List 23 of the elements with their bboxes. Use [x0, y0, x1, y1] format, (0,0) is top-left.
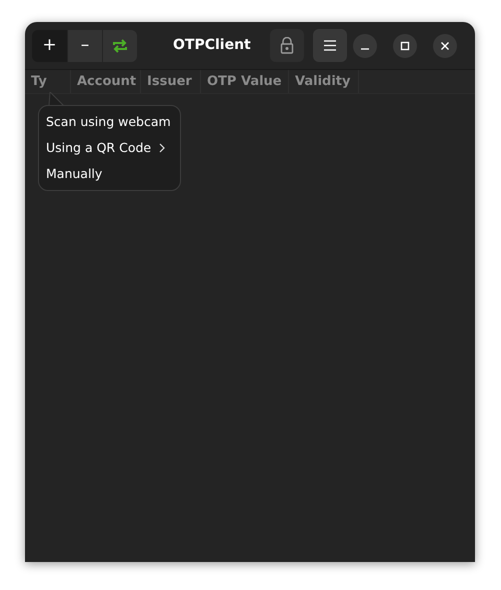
- menu-item[interactable]: Using a QR Code: [46, 135, 173, 161]
- close-button[interactable]: [433, 34, 457, 58]
- maximize-button[interactable]: [393, 34, 417, 58]
- column-header[interactable]: OTP Value: [201, 70, 289, 93]
- minimize-icon: [361, 48, 369, 50]
- menu-icon: [324, 40, 336, 51]
- add-button[interactable]: +: [32, 30, 67, 62]
- close-icon: [440, 40, 450, 50]
- column-header[interactable]: Account: [71, 70, 141, 93]
- lock-button[interactable]: [270, 29, 304, 62]
- refresh-button[interactable]: [102, 30, 137, 62]
- chevron-right-icon: [159, 143, 166, 153]
- swap-arrows-icon: [112, 38, 128, 54]
- lock-icon: [280, 37, 294, 54]
- remove-button[interactable]: –: [67, 30, 102, 62]
- column-header[interactable]: Validity: [289, 70, 359, 93]
- menu-button[interactable]: [312, 29, 347, 62]
- window-title: OTPClient: [173, 36, 251, 55]
- menu-item[interactable]: Scan using webcam: [46, 109, 173, 135]
- maximize-icon: [400, 40, 410, 50]
- minimize-button[interactable]: [353, 34, 377, 58]
- column-header[interactable]: Issuer: [141, 70, 201, 93]
- menu-item[interactable]: Manually: [46, 161, 173, 187]
